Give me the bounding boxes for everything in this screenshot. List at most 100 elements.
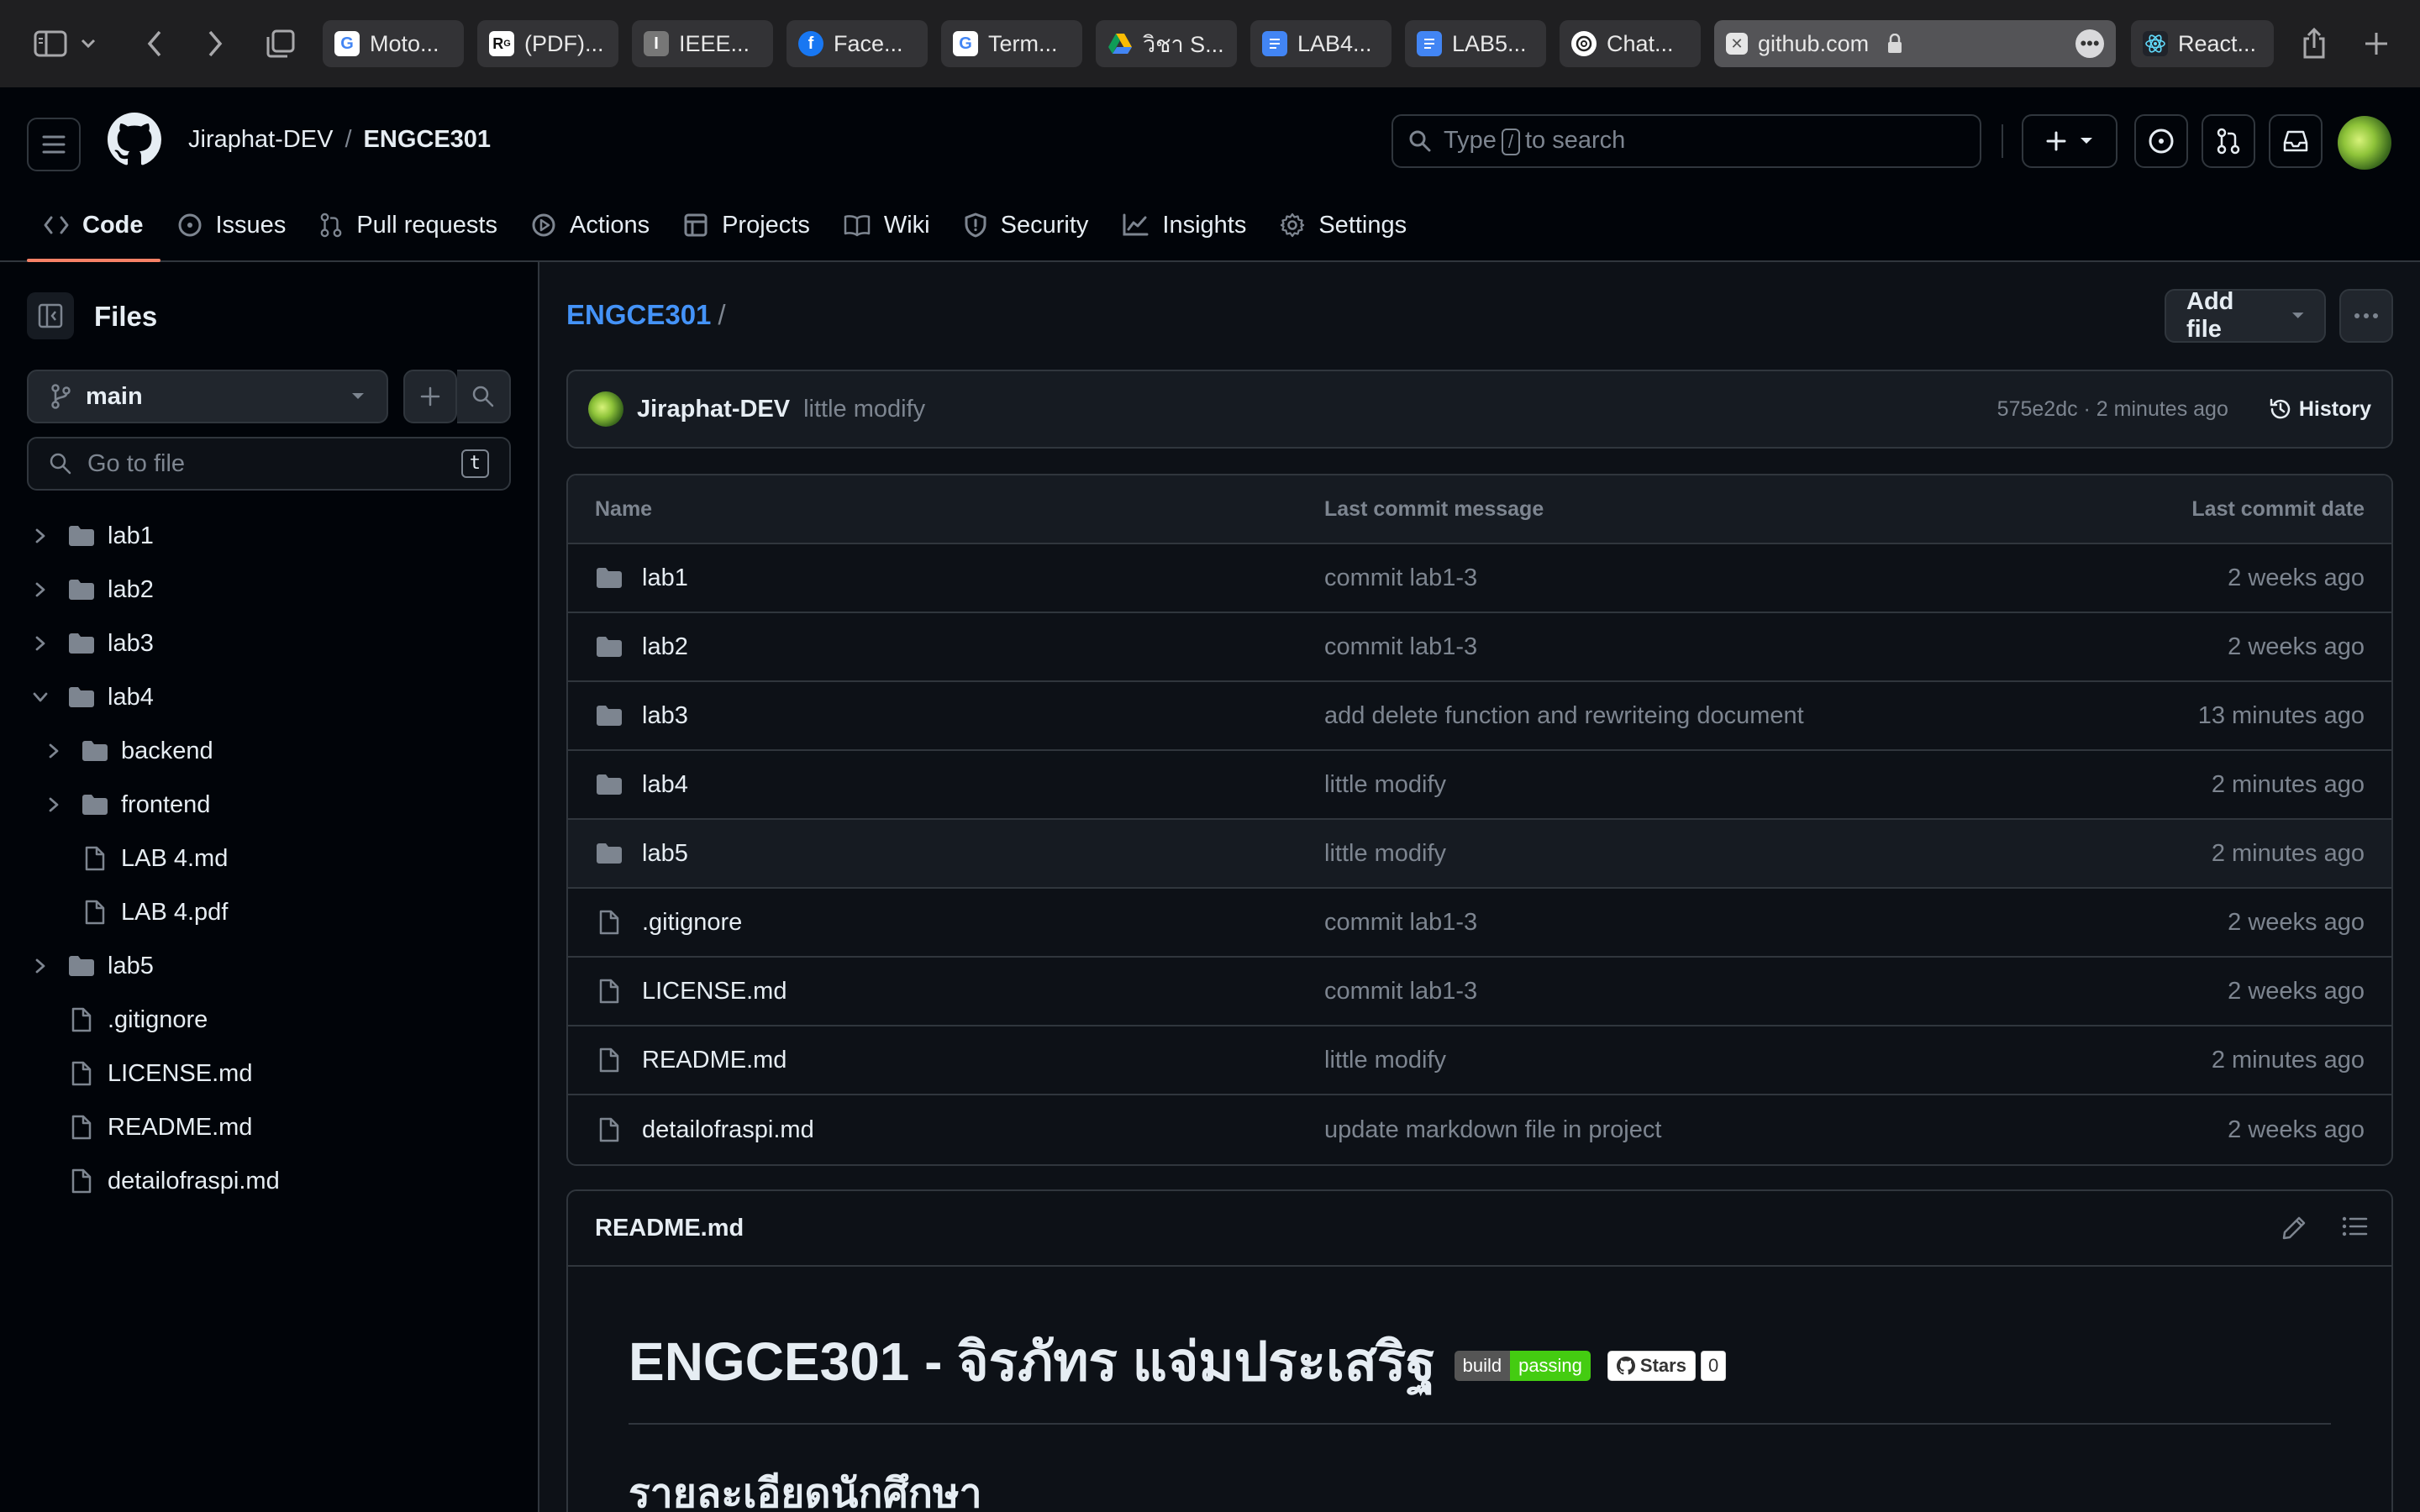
browser-tab[interactable]: LAB5... [1405,20,1546,67]
pull-requests-button[interactable] [2202,114,2255,168]
chevron-down-icon[interactable] [30,687,50,707]
menu-button[interactable] [27,118,81,171]
table-row[interactable]: detailofraspi.md update markdown file in … [568,1095,2391,1164]
browser-tab-active[interactable]: ✕ github.com ••• [1714,20,2116,67]
table-row[interactable]: LICENSE.md commit lab1-3 2 weeks ago [568,958,2391,1026]
chevron-right-icon[interactable] [30,526,50,546]
table-row[interactable]: lab3 add delete function and rewriteing d… [568,682,2391,751]
collapse-sidebar-button[interactable] [27,292,74,339]
table-row[interactable]: .gitignore commit lab1-3 2 weeks ago [568,889,2391,958]
close-icon[interactable]: ✕ [1726,33,1748,55]
table-row[interactable]: lab1 commit lab1-3 2 weeks ago [568,544,2391,613]
more-icon[interactable]: ••• [2075,29,2104,58]
tree-file[interactable]: .gitignore [0,993,538,1047]
tab-issues[interactable]: Issues [160,202,303,249]
tree-folder[interactable]: lab4 [0,670,538,724]
file-name-cell[interactable]: README.md [595,1047,786,1074]
create-new-button[interactable] [2022,114,2118,168]
browser-tab[interactable]: G Moto... [323,20,464,67]
file-name[interactable]: README.md [642,1047,786,1074]
tab-code[interactable]: Code [27,202,160,262]
table-row[interactable]: lab4 little modify 2 minutes ago [568,751,2391,820]
readme-filename[interactable]: README.md [595,1215,744,1242]
browser-tab[interactable]: I IEEE... [632,20,773,67]
file-name-cell[interactable]: lab1 [595,564,688,592]
file-name[interactable]: LICENSE.md [642,978,786,1005]
tree-folder[interactable]: backend [0,724,538,778]
more-options-button[interactable] [2339,289,2393,343]
file-name[interactable]: .gitignore [642,909,742,937]
chevron-right-icon[interactable] [44,795,64,815]
tab-pull-requests[interactable]: Pull requests [302,202,514,249]
file-name[interactable]: lab5 [642,840,688,868]
file-name[interactable]: lab1 [642,564,688,592]
tree-folder[interactable]: lab5 [0,939,538,993]
owner-link[interactable]: Jiraphat-DEV [188,126,333,154]
pencil-icon[interactable] [2281,1215,2307,1242]
search-files-button[interactable] [457,370,511,423]
repo-link[interactable]: ENGCE301 [364,126,492,154]
browser-tab[interactable]: วิชา S... [1096,20,1237,67]
browser-tab[interactable]: G Term... [941,20,1082,67]
commit-message-cell[interactable]: little modify [1324,771,1446,799]
path-repo-link[interactable]: ENGCE301 [566,299,711,330]
tree-folder[interactable]: lab3 [0,617,538,670]
browser-tab[interactable]: React... [2131,20,2274,67]
commit-message-cell[interactable]: update markdown file in project [1324,1116,1661,1144]
tree-file[interactable]: LAB 4.md [0,832,538,885]
github-logo-icon[interactable] [108,113,161,166]
file-name-cell[interactable]: lab5 [595,840,688,868]
file-name-cell[interactable]: LICENSE.md [595,978,786,1005]
table-row[interactable]: lab2 commit lab1-3 2 weeks ago [568,613,2391,682]
tab-overview-icon[interactable] [259,22,302,66]
commit-message-cell[interactable]: commit lab1-3 [1324,564,1477,592]
go-to-file-input[interactable]: Go to file t [27,437,511,491]
file-name[interactable]: lab2 [642,633,688,661]
chevron-right-icon[interactable] [30,956,50,976]
table-row[interactable]: lab5 little modify 2 minutes ago [568,820,2391,889]
tab-security[interactable]: Security [947,202,1106,249]
user-avatar[interactable] [2338,116,2391,170]
chevron-right-icon[interactable] [44,741,64,761]
avatar[interactable] [588,391,623,427]
tree-file[interactable]: LAB 4.pdf [0,885,538,939]
browser-tab[interactable]: f Face... [786,20,928,67]
commit-message[interactable]: little modify [803,396,925,423]
file-name-cell[interactable]: lab4 [595,771,688,799]
commit-message-cell[interactable]: little modify [1324,840,1446,868]
list-unordered-icon[interactable] [2341,1215,2368,1238]
file-name-cell[interactable]: lab3 [595,702,688,730]
add-file-button[interactable]: Add file [2165,288,2326,343]
sidebar-toggle-icon[interactable] [29,22,72,66]
file-name-cell[interactable]: lab2 [595,633,688,661]
commit-message-cell[interactable]: add delete function and rewriteing docum… [1324,702,1804,730]
back-icon[interactable] [133,22,176,66]
tab-wiki[interactable]: Wiki [827,202,947,249]
file-name[interactable]: lab3 [642,702,688,730]
issues-button[interactable] [2134,114,2188,168]
tree-folder[interactable]: lab1 [0,509,538,563]
tree-file[interactable]: LICENSE.md [0,1047,538,1100]
file-name-cell[interactable]: detailofraspi.md [595,1116,814,1144]
chevron-right-icon[interactable] [30,633,50,654]
tab-actions[interactable]: Actions [514,202,666,249]
tree-folder[interactable]: lab2 [0,563,538,617]
commit-hash-time[interactable]: 575e2dc · 2 minutes ago [1997,397,2228,422]
stars-badge[interactable]: Stars 0 [1607,1351,1727,1381]
commit-message-cell[interactable]: commit lab1-3 [1324,978,1477,1005]
tab-projects[interactable]: Projects [666,202,827,249]
tree-file[interactable]: detailofraspi.md [0,1154,538,1208]
tree-folder[interactable]: frontend [0,778,538,832]
inbox-button[interactable] [2269,114,2323,168]
file-name[interactable]: detailofraspi.md [642,1116,814,1144]
forward-icon[interactable] [193,22,237,66]
tab-insights[interactable]: Insights [1105,202,1263,249]
chevron-down-icon[interactable] [76,22,101,66]
commit-message-cell[interactable]: commit lab1-3 [1324,909,1477,937]
table-row[interactable]: README.md little modify 2 minutes ago [568,1026,2391,1095]
commit-message-cell[interactable]: little modify [1324,1047,1446,1074]
browser-tab[interactable]: RG (PDF)... [477,20,618,67]
chevron-right-icon[interactable] [30,580,50,600]
tree-file[interactable]: README.md [0,1100,538,1154]
file-name-cell[interactable]: .gitignore [595,909,742,937]
